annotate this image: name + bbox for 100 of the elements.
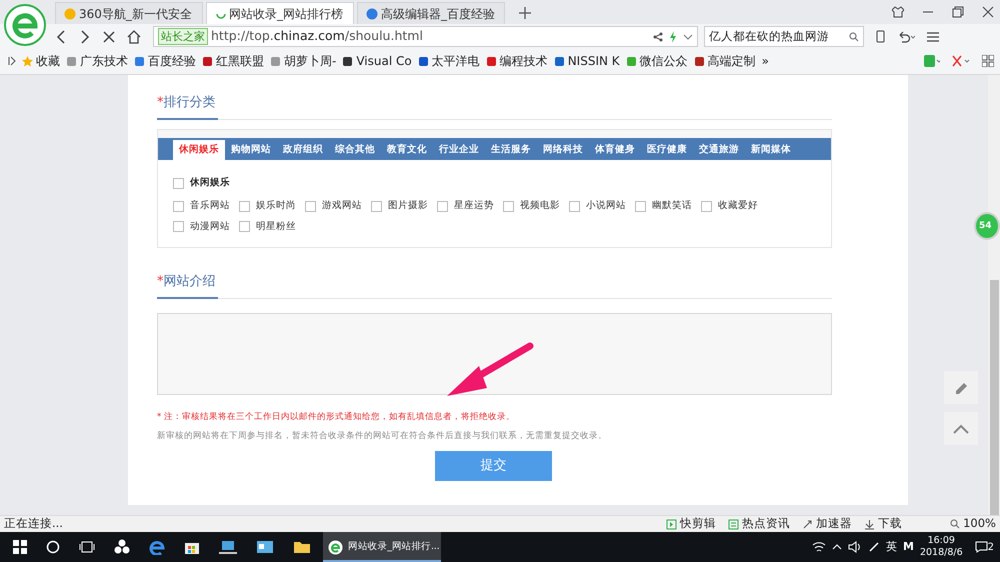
category-tab[interactable]: 新闻媒体	[745, 140, 797, 160]
site-icon	[486, 56, 497, 66]
restore-icon[interactable]	[952, 6, 964, 18]
checkbox[interactable]	[503, 200, 514, 212]
contact-card-icon[interactable]	[256, 540, 274, 554]
site-icon	[626, 56, 637, 66]
category-tab[interactable]: 网络科技	[537, 140, 589, 160]
site-icon	[270, 56, 281, 66]
bookmark-link[interactable]: 百度经验	[134, 52, 196, 70]
chevron-up-icon	[953, 424, 969, 434]
task-view-icon[interactable]	[79, 540, 95, 554]
fan-icon[interactable]	[114, 539, 130, 555]
checkbox[interactable]	[239, 221, 250, 232]
checkbox[interactable]	[701, 200, 712, 212]
checkbox[interactable]	[569, 200, 580, 212]
share-icon[interactable]	[653, 32, 663, 42]
site-icon	[66, 56, 77, 66]
home-icon[interactable]	[127, 30, 141, 44]
checkbox[interactable]	[305, 200, 316, 212]
notice-text: * 注：审核结果将在三个工作日内以邮件的形式通知给您，如有乱填信息者，将拒绝收录。	[157, 411, 516, 424]
address-field[interactable]: 站长之家 http://top.chinaz.com/shoulu.html	[153, 26, 698, 47]
browser-tab[interactable]: 360导航_新一代安全	[55, 2, 203, 24]
category-tab[interactable]: 体育健身	[589, 140, 641, 160]
site-badge: 站长之家	[158, 28, 208, 45]
category-tab[interactable]: 购物网站	[225, 140, 277, 160]
checkbox[interactable]	[437, 200, 448, 212]
bookmark-link[interactable]: 红黑联盟	[202, 52, 264, 70]
category-tab[interactable]: 行业企业	[433, 140, 485, 160]
browser-tab[interactable]: 网站收录_网站排行榜	[206, 2, 354, 24]
section-title: *网站介绍	[157, 272, 218, 299]
speaker-icon[interactable]	[848, 541, 862, 553]
category-tab[interactable]: 医疗健康	[641, 140, 693, 160]
status-item[interactable]: 下载	[864, 515, 902, 533]
back-icon[interactable]	[55, 30, 67, 44]
checkbox-label: 图片摄影	[388, 199, 428, 214]
windows-icon[interactable]	[13, 540, 27, 554]
browser-tab[interactable]: 高级编辑器_百度经验	[357, 2, 505, 24]
stop-icon[interactable]	[103, 30, 115, 42]
shirt-icon[interactable]	[892, 6, 904, 18]
checkbox-label: 幽默笑话	[652, 199, 692, 214]
checkbox[interactable]	[173, 178, 184, 189]
checkbox[interactable]	[371, 200, 382, 212]
forward-icon[interactable]	[79, 30, 91, 44]
bookmark-link[interactable]: »	[762, 52, 769, 70]
notification-button[interactable]: 2	[974, 540, 994, 554]
category-tab[interactable]: 综合其他	[329, 140, 381, 160]
wifi-icon[interactable]	[812, 541, 826, 553]
zoom-icon	[950, 519, 960, 529]
bookmark-link[interactable]: 太平洋电	[418, 52, 480, 70]
checkbox-label: 明星粉丝	[256, 220, 296, 234]
scissors-icon[interactable]	[952, 55, 970, 67]
checkbox-label: 休闲娱乐	[190, 176, 230, 190]
back-to-top-button[interactable]	[944, 412, 978, 445]
phone-icon[interactable]	[876, 30, 885, 43]
status-item[interactable]: 快剪辑	[666, 515, 716, 533]
folder-icon[interactable]	[293, 540, 311, 554]
bookmark-link[interactable]: 高端定制	[694, 52, 756, 70]
category-tab[interactable]: 教育文化	[381, 140, 433, 160]
ime-indicator[interactable]: M	[903, 538, 914, 556]
chevron-down-icon[interactable]	[683, 34, 693, 40]
category-tab[interactable]: 休闲娱乐	[173, 140, 225, 160]
taskbar-app[interactable]: 网站收录_网站排行...	[323, 532, 441, 562]
bookmark-link[interactable]: 编程技术	[486, 52, 548, 70]
grid-icon[interactable]	[982, 55, 994, 67]
edit-button[interactable]	[944, 371, 978, 404]
site-icon	[64, 8, 76, 20]
status-item[interactable]: 热点资讯	[728, 515, 790, 533]
clip-icon	[666, 518, 678, 530]
category-tab[interactable]: 政府组织	[277, 140, 329, 160]
search-field[interactable]: 亿人都在砍的热血网游	[704, 26, 864, 47]
clock[interactable]: 16:09 2018/8/6	[920, 535, 963, 559]
bookmark-link[interactable]: 收藏	[22, 52, 60, 70]
bookmark-link[interactable]: Visual Co	[342, 52, 412, 70]
checkbox[interactable]	[239, 200, 250, 212]
lightning-icon[interactable]	[669, 30, 677, 42]
checkbox[interactable]	[173, 221, 184, 232]
menu-icon[interactable]	[927, 32, 939, 42]
laptop-icon[interactable]	[219, 540, 237, 554]
checkbox-label: 娱乐时尚	[256, 199, 296, 214]
bookmark-link[interactable]: 胡萝卜周-	[270, 52, 336, 70]
checkbox-label: 星座运势	[454, 199, 494, 214]
bookmark-link[interactable]: 广东技术	[66, 52, 128, 70]
zoom-control[interactable]: 100%	[950, 515, 996, 533]
search-icon[interactable]	[46, 540, 60, 554]
status-item[interactable]: 加速器	[802, 515, 852, 533]
language-indicator[interactable]: 英	[886, 538, 897, 556]
category-tab[interactable]: 交通旅游	[693, 140, 745, 160]
url-text: http://top.chinaz.com/shoulu.html	[211, 27, 423, 46]
sidebar-toggle-icon[interactable]	[8, 56, 16, 66]
bookmark-link[interactable]: 微信公众	[626, 52, 688, 70]
category-tab[interactable]: 生活服务	[485, 140, 537, 160]
chevron-up-icon[interactable]	[832, 544, 842, 550]
checkbox[interactable]	[635, 200, 646, 212]
undo-icon[interactable]	[897, 30, 915, 42]
edge-icon[interactable]	[149, 539, 165, 555]
close-icon[interactable]	[982, 6, 994, 18]
checkbox-label: 小说网站	[586, 199, 626, 214]
new-tab-icon[interactable]	[518, 6, 532, 20]
checkbox[interactable]	[173, 200, 184, 212]
bookmark-link[interactable]: NISSIN K	[554, 52, 620, 70]
